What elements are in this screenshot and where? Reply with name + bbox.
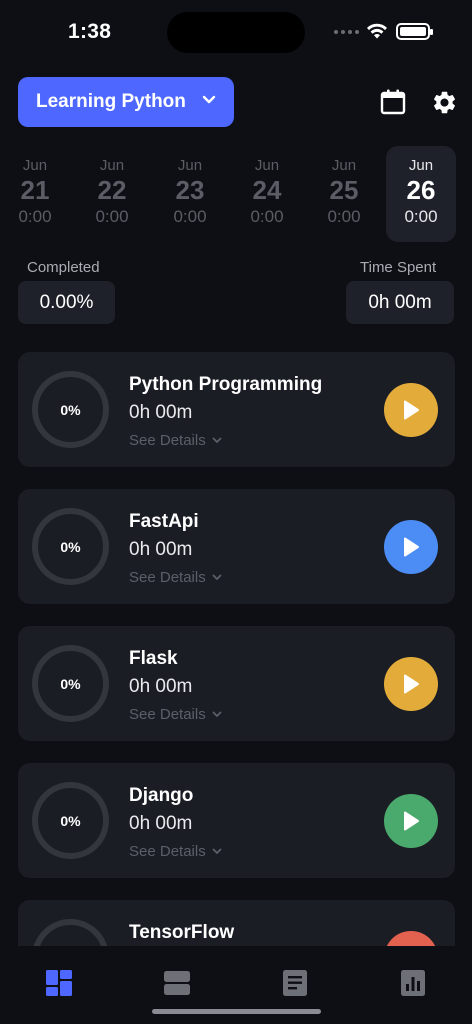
chevron-down-icon: [212, 574, 222, 580]
tab-dashboard[interactable]: [44, 968, 74, 998]
see-details-label: See Details: [129, 843, 206, 860]
progress-ring: 0%: [32, 782, 109, 859]
course-time: 0h 00m: [129, 676, 193, 697]
play-icon: [404, 674, 419, 694]
gear-icon[interactable]: [431, 89, 458, 116]
course-card[interactable]: 0% Flask 0h 00m See Details: [18, 626, 455, 741]
date-month: Jun: [331, 157, 357, 174]
course-title: FastApi: [129, 511, 199, 532]
date-time: 0:00: [250, 207, 284, 226]
progress-ring: 0%: [32, 508, 109, 585]
date-time: 0:00: [404, 207, 438, 226]
course-time: 0h 00m: [129, 402, 193, 423]
dynamic-island: [167, 12, 305, 53]
chevron-down-icon: [212, 711, 222, 717]
course-title: TensorFlow: [129, 922, 235, 943]
play-icon: [404, 537, 419, 557]
date-time: 0:00: [18, 207, 52, 226]
play-icon: [404, 400, 419, 420]
date-day: 23: [175, 175, 205, 205]
wifi-icon: [367, 23, 387, 39]
play-button[interactable]: [384, 931, 438, 946]
progress-percent: 0%: [60, 675, 81, 692]
chevron-down-icon: [212, 437, 222, 443]
date-month: Jun: [22, 157, 48, 174]
date-item-23[interactable]: Jun 23 0:00: [155, 146, 225, 242]
date-day: 21: [20, 175, 50, 205]
time-spent-label: Time Spent: [360, 259, 437, 276]
course-card[interactable]: 0%TensorFlow0h 00mSee Details: [18, 900, 455, 946]
date-item-25[interactable]: Jun 25 0:00: [309, 146, 379, 242]
tab-document[interactable]: [280, 968, 310, 998]
date-time: 0:00: [327, 207, 361, 226]
play-icon: [404, 811, 419, 831]
progress-ring: 0%: [32, 371, 109, 448]
date-item-21[interactable]: Jun 21 0:00: [0, 146, 70, 242]
progress-percent: 0%: [60, 812, 81, 829]
bar-chart-icon: [401, 970, 425, 996]
date-month: Jun: [99, 157, 125, 174]
home-indicator: [152, 1009, 321, 1014]
see-details-button[interactable]: See Details: [129, 706, 222, 723]
course-selector-button[interactable]: Learning Python: [18, 77, 234, 127]
course-card-list[interactable]: 0% Python Programming 0h 00m See Details 0% F…: [0, 352, 472, 946]
see-details-button[interactable]: See Details: [129, 432, 222, 449]
see-details-button[interactable]: See Details: [129, 843, 222, 860]
cellular-signal-icon: [334, 30, 359, 34]
stack-icon: [164, 971, 190, 995]
status-bar: 1:38: [0, 0, 472, 64]
course-title: Python Programming: [129, 374, 323, 395]
calendar-icon[interactable]: [379, 88, 407, 116]
dashboard-icon: [46, 970, 72, 996]
course-time: 0h 00m: [129, 813, 193, 834]
date-time: 0:00: [173, 207, 207, 226]
see-details-button[interactable]: See Details: [129, 569, 222, 586]
play-button[interactable]: [384, 794, 438, 848]
progress-percent: 0%: [60, 401, 81, 418]
course-title: Django: [129, 785, 194, 806]
date-item-24[interactable]: Jun 24 0:00: [232, 146, 302, 242]
chevron-down-icon: [202, 95, 216, 104]
tab-bar-chart[interactable]: [398, 968, 428, 998]
battery-icon: [396, 23, 433, 40]
course-selector-label: Learning Python: [36, 91, 186, 112]
play-button[interactable]: [384, 383, 438, 437]
date-strip: Jun 21 0:00 Jun 22 0:00 Jun 23 0:00 Jun 24 0:00 Jun 2…: [0, 146, 472, 242]
see-details-label: See Details: [129, 569, 206, 586]
date-month: Jun: [254, 157, 280, 174]
date-item-22[interactable]: Jun 22 0:00: [77, 146, 147, 242]
play-button[interactable]: [384, 520, 438, 574]
completed-label: Completed: [27, 259, 100, 276]
date-day: 25: [329, 175, 359, 205]
see-details-label: See Details: [129, 432, 206, 449]
see-details-label: See Details: [129, 706, 206, 723]
status-time: 1:38: [68, 20, 112, 43]
completed-value: 0.00%: [18, 281, 115, 324]
tab-stack[interactable]: [162, 968, 192, 998]
date-month: Jun: [408, 157, 434, 174]
date-month: Jun: [177, 157, 203, 174]
date-day: 22: [97, 175, 127, 205]
date-item-26[interactable]: Jun 26 0:00: [386, 146, 456, 242]
progress-ring: 0%: [32, 645, 109, 722]
progress-ring: 0%: [32, 919, 109, 946]
document-icon: [283, 970, 307, 996]
date-time: 0:00: [95, 207, 129, 226]
course-card[interactable]: 0% Python Programming 0h 00m See Details: [18, 352, 455, 467]
course-card[interactable]: 0% FastApi 0h 00m See Details: [18, 489, 455, 604]
progress-percent: 0%: [60, 538, 81, 555]
course-title: Flask: [129, 648, 178, 669]
course-card[interactable]: 0% Django 0h 00m See Details: [18, 763, 455, 878]
play-button[interactable]: [384, 657, 438, 711]
date-day: 26: [406, 175, 436, 205]
course-time: 0h 00m: [129, 539, 193, 560]
date-day: 24: [252, 175, 282, 205]
time-spent-value: 0h 00m: [346, 281, 454, 324]
chevron-down-icon: [212, 848, 222, 854]
